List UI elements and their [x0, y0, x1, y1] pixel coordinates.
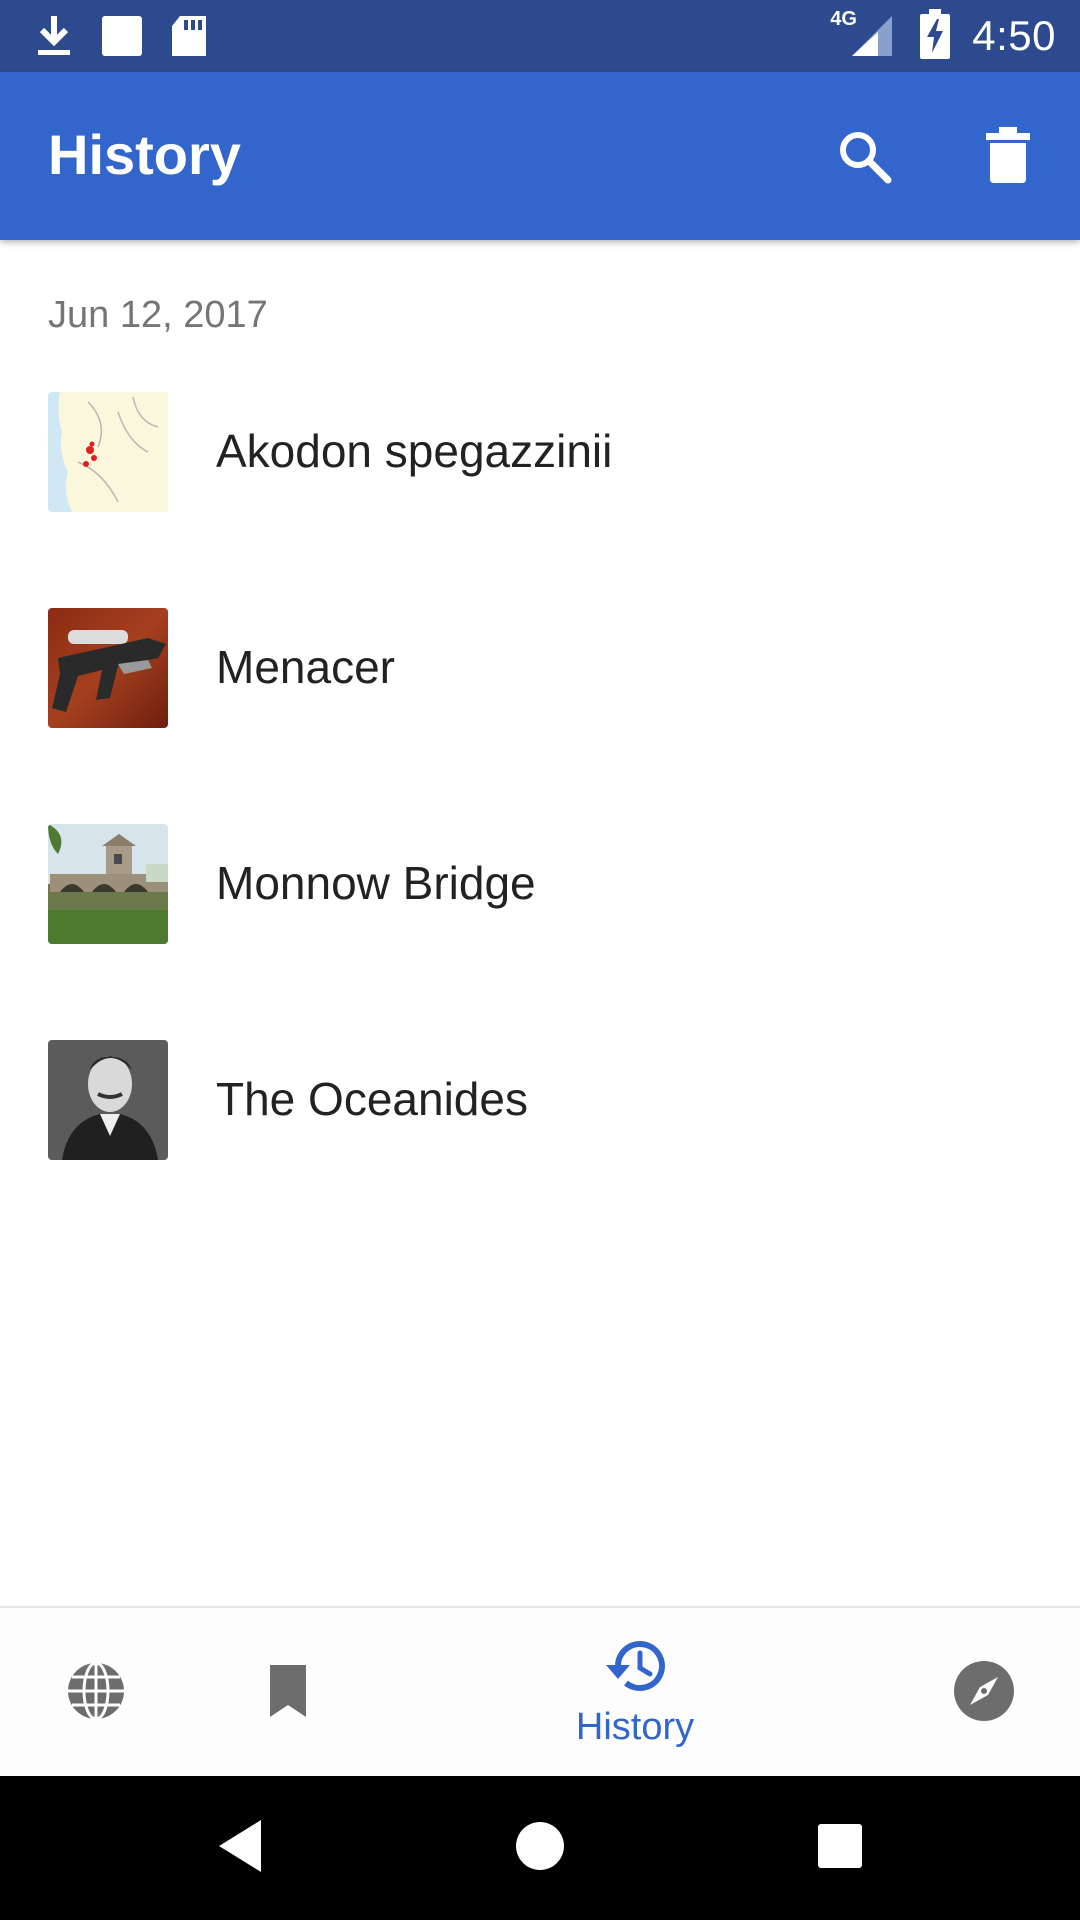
portrait-photo-thumbnail [48, 1040, 168, 1160]
system-navigation-bar [0, 1776, 1080, 1920]
range-map-thumbnail [48, 392, 168, 512]
bridge-photo-thumbnail [48, 824, 168, 944]
clear-history-button[interactable] [972, 122, 1044, 194]
back-icon [215, 1818, 265, 1879]
date-section-header: Jun 12, 2017 [48, 294, 268, 336]
compass-icon [952, 1659, 1016, 1728]
recents-button[interactable] [800, 1808, 880, 1888]
image-icon [100, 14, 144, 63]
history-icon [602, 1637, 668, 1702]
app-bar: History [0, 72, 1080, 240]
nav-reading-lists[interactable] [228, 1608, 348, 1778]
history-item-title: Akodon spegazzinii [216, 425, 613, 477]
home-button[interactable] [500, 1808, 580, 1888]
search-icon [834, 126, 894, 191]
nav-explore[interactable] [36, 1608, 156, 1778]
menacer-photo-thumbnail [48, 608, 168, 728]
history-list-item[interactable]: Menacer [0, 596, 1080, 812]
status-bar: 4G 4:50 [0, 0, 1080, 72]
nav-nearby[interactable] [924, 1608, 1044, 1778]
recents-icon [816, 1822, 864, 1875]
bookmark-icon [266, 1663, 310, 1724]
history-item-title: Menacer [216, 641, 395, 693]
home-icon [514, 1820, 566, 1877]
history-item-title: The Oceanides [216, 1073, 528, 1125]
status-time: 4:50 [972, 12, 1056, 59]
nav-history[interactable]: History [520, 1608, 750, 1778]
back-button[interactable] [200, 1808, 280, 1888]
history-list: Akodon spegazzinii Menacer Monnow Bridge… [0, 380, 1080, 1244]
search-button[interactable] [828, 122, 900, 194]
battery-charging-icon [920, 8, 951, 64]
signal-icon: 4G [830, 8, 898, 60]
history-list-item[interactable]: Monnow Bridge [0, 812, 1080, 1028]
history-list-item[interactable]: The Oceanides [0, 1028, 1080, 1244]
history-list-item[interactable]: Akodon spegazzinii [0, 380, 1080, 596]
page-title: History [48, 123, 241, 186]
history-item-title: Monnow Bridge [216, 857, 536, 909]
download-icon [34, 12, 74, 65]
sd-card-icon [170, 14, 208, 63]
bottom-navigation: History [0, 1606, 1080, 1778]
globe-icon [64, 1659, 128, 1728]
delete-icon [984, 126, 1032, 190]
nav-history-label: History [575, 1706, 695, 1748]
